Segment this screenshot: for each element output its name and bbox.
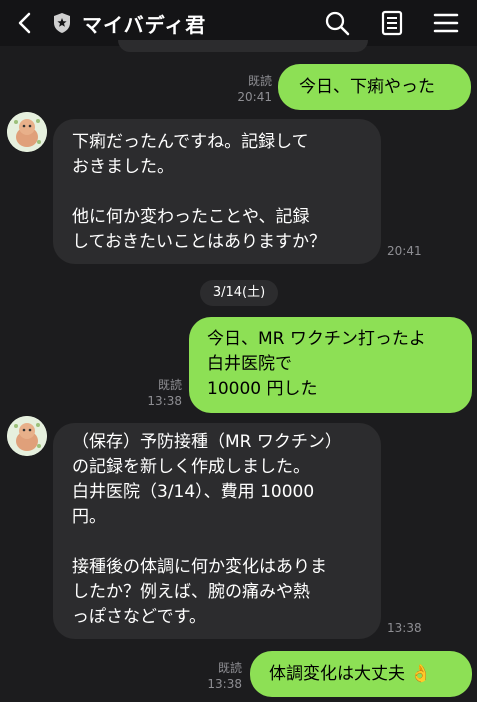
message-time: 13:38 <box>387 621 422 635</box>
date-separator: 3/14(土) <box>200 280 278 306</box>
message-time: 20:41 <box>387 244 422 258</box>
previous-message-edge <box>118 40 368 52</box>
message-text: 体調変化は大丈夫 <box>269 664 405 684</box>
chat-title: マイバディ君 <box>82 13 207 37</box>
outgoing-message-bubble[interactable]: 今日、MR ワクチン打ったよ 白井医院で 10000 円した <box>189 317 472 413</box>
outgoing-message-bubble[interactable]: 体調変化は大丈夫 👌 <box>250 651 472 697</box>
message-text: 10000 円した <box>207 379 318 399</box>
message-text: 白井医院で <box>207 354 292 374</box>
search-icon[interactable] <box>323 9 351 37</box>
message-text: 接種後の体調に何か変化はありま <box>72 557 327 577</box>
message-text: 今日、下痢やった <box>299 77 435 97</box>
message-text: したか？例えば、腕の痛みや熱 <box>72 582 310 602</box>
bot-avatar-image <box>7 416 47 456</box>
read-receipt: 既読 <box>247 74 272 88</box>
bot-avatar[interactable] <box>7 416 47 456</box>
message-text: 今日、MR ワクチン打ったよ <box>207 329 426 349</box>
message-text: の記録を新しく作成しました。 <box>72 457 310 477</box>
outgoing-message-bubble[interactable]: 今日、下痢やった <box>278 64 471 110</box>
notes-icon[interactable] <box>378 9 406 37</box>
message-text: （保存）予防接種（MR ワクチン） <box>72 432 342 452</box>
message-time: 20:41 <box>237 90 272 104</box>
read-receipt: 既読 <box>157 378 182 392</box>
menu-icon[interactable] <box>432 9 460 37</box>
incoming-message-bubble[interactable]: 下痢だったんですね。記録して おきました。 他に何か変わったことや、記録 してお… <box>53 119 381 264</box>
message-text: 下痢だったんですね。記録して <box>72 132 309 152</box>
message-text: 円。 <box>72 507 106 527</box>
bot-avatar[interactable] <box>7 112 47 152</box>
bot-avatar-image <box>7 112 47 152</box>
chevron-left-icon[interactable] <box>12 9 40 37</box>
message-time: 13:38 <box>207 677 242 691</box>
message-time: 13:38 <box>147 394 182 408</box>
message-text: っぽさなどです。 <box>72 607 206 627</box>
message-text: おきました。 <box>72 157 174 177</box>
message-text: しておきたいことはありますか？ <box>72 232 326 252</box>
message-text: 白井医院（3/14）、費用 10000 <box>72 482 315 502</box>
chat-screen: マイバディ君 既読 20:41 今日、下痢やった 下痢だったんですね。記録して … <box>0 0 477 702</box>
message-text: 他に何か変わったことや、記録 <box>72 207 310 227</box>
incoming-message-bubble[interactable]: （保存）予防接種（MR ワクチン） の記録を新しく作成しました。 白井医院（3/… <box>53 423 381 639</box>
ok-hand-emoji: 👌 <box>410 664 432 684</box>
shield-star-icon <box>54 13 70 33</box>
read-receipt: 既読 <box>217 661 242 675</box>
